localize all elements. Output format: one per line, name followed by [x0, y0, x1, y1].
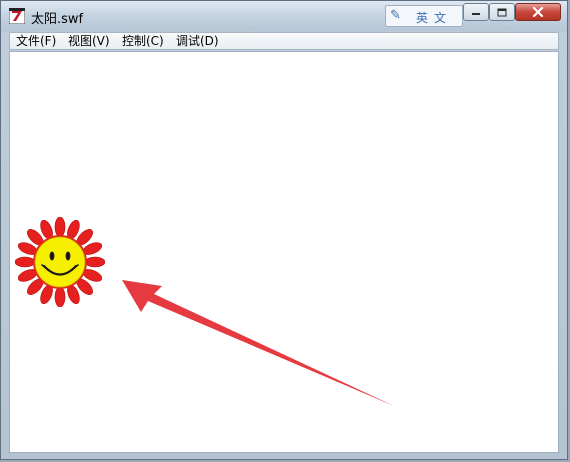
red-arrow-annotation [122, 280, 394, 406]
menu-bar: 文件(F) 视图(V) 控制(C) 调试(D) [9, 32, 559, 50]
menu-file[interactable]: 文件(F) [16, 34, 56, 49]
ime-language-label: 英文 [416, 11, 453, 25]
flash-player-icon [9, 8, 25, 24]
close-button[interactable] [515, 3, 561, 21]
window-title: 太阳.swf [31, 12, 84, 27]
ime-logo-icon: ✎ [390, 8, 401, 23]
menu-control[interactable]: 控制(C) [122, 34, 164, 49]
title-bar[interactable]: 太阳.swf ✎ 英文 [1, 1, 567, 31]
swf-stage[interactable] [9, 51, 559, 453]
maximize-icon [497, 8, 507, 16]
ime-indicator[interactable]: ✎ 英文 [385, 5, 463, 27]
menu-view[interactable]: 视图(V) [68, 34, 110, 49]
maximize-button[interactable] [489, 3, 515, 21]
minimize-button[interactable] [463, 3, 489, 21]
minimize-icon [472, 13, 480, 15]
menu-debug[interactable]: 调试(D) [176, 34, 219, 49]
smiling-sun-icon [15, 217, 105, 307]
flash-player-window: 太阳.swf ✎ 英文 文件(F) 视图(V) 控制(C) 调试(D) [0, 0, 568, 460]
close-icon [532, 7, 544, 17]
